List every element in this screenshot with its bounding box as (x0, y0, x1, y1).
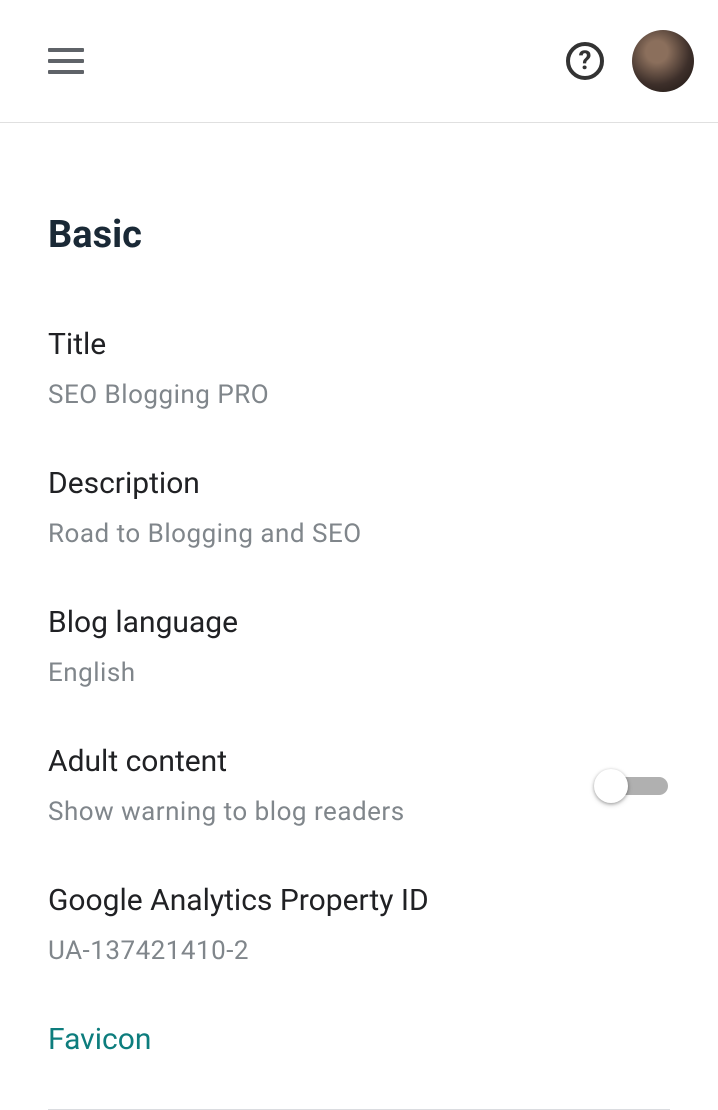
hamburger-menu-button[interactable] (48, 48, 84, 74)
help-icon[interactable]: ? (566, 42, 604, 80)
setting-label: Description (48, 466, 670, 501)
setting-label: Google Analytics Property ID (48, 883, 670, 918)
menu-icon (48, 59, 84, 63)
setting-analytics[interactable]: Google Analytics Property ID UA-13742141… (48, 883, 670, 966)
section-heading: Basic (48, 213, 670, 257)
setting-value: UA-137421410-2 (48, 936, 670, 966)
settings-content: Basic Title SEO Blogging PRO Description… (0, 123, 718, 1110)
toggle-thumb (594, 769, 628, 803)
avatar[interactable] (632, 30, 694, 92)
menu-icon (48, 70, 84, 74)
setting-label: Blog language (48, 605, 670, 640)
setting-adult-content: Adult content Show warning to blog reade… (48, 744, 670, 827)
setting-label: Title (48, 327, 670, 362)
setting-label: Adult content (48, 744, 594, 779)
header-actions: ? (566, 30, 694, 92)
adult-content-toggle[interactable] (594, 769, 670, 803)
favicon-link[interactable]: Favicon (48, 1022, 670, 1057)
setting-value: SEO Blogging PRO (48, 380, 670, 410)
setting-value: Road to Blogging and SEO (48, 519, 670, 549)
setting-value: Show warning to blog readers (48, 797, 594, 827)
setting-description[interactable]: Description Road to Blogging and SEO (48, 466, 670, 549)
app-header: ? (0, 0, 718, 123)
setting-language[interactable]: Blog language English (48, 605, 670, 688)
setting-value: English (48, 658, 670, 688)
menu-icon (48, 48, 84, 52)
setting-title[interactable]: Title SEO Blogging PRO (48, 327, 670, 410)
